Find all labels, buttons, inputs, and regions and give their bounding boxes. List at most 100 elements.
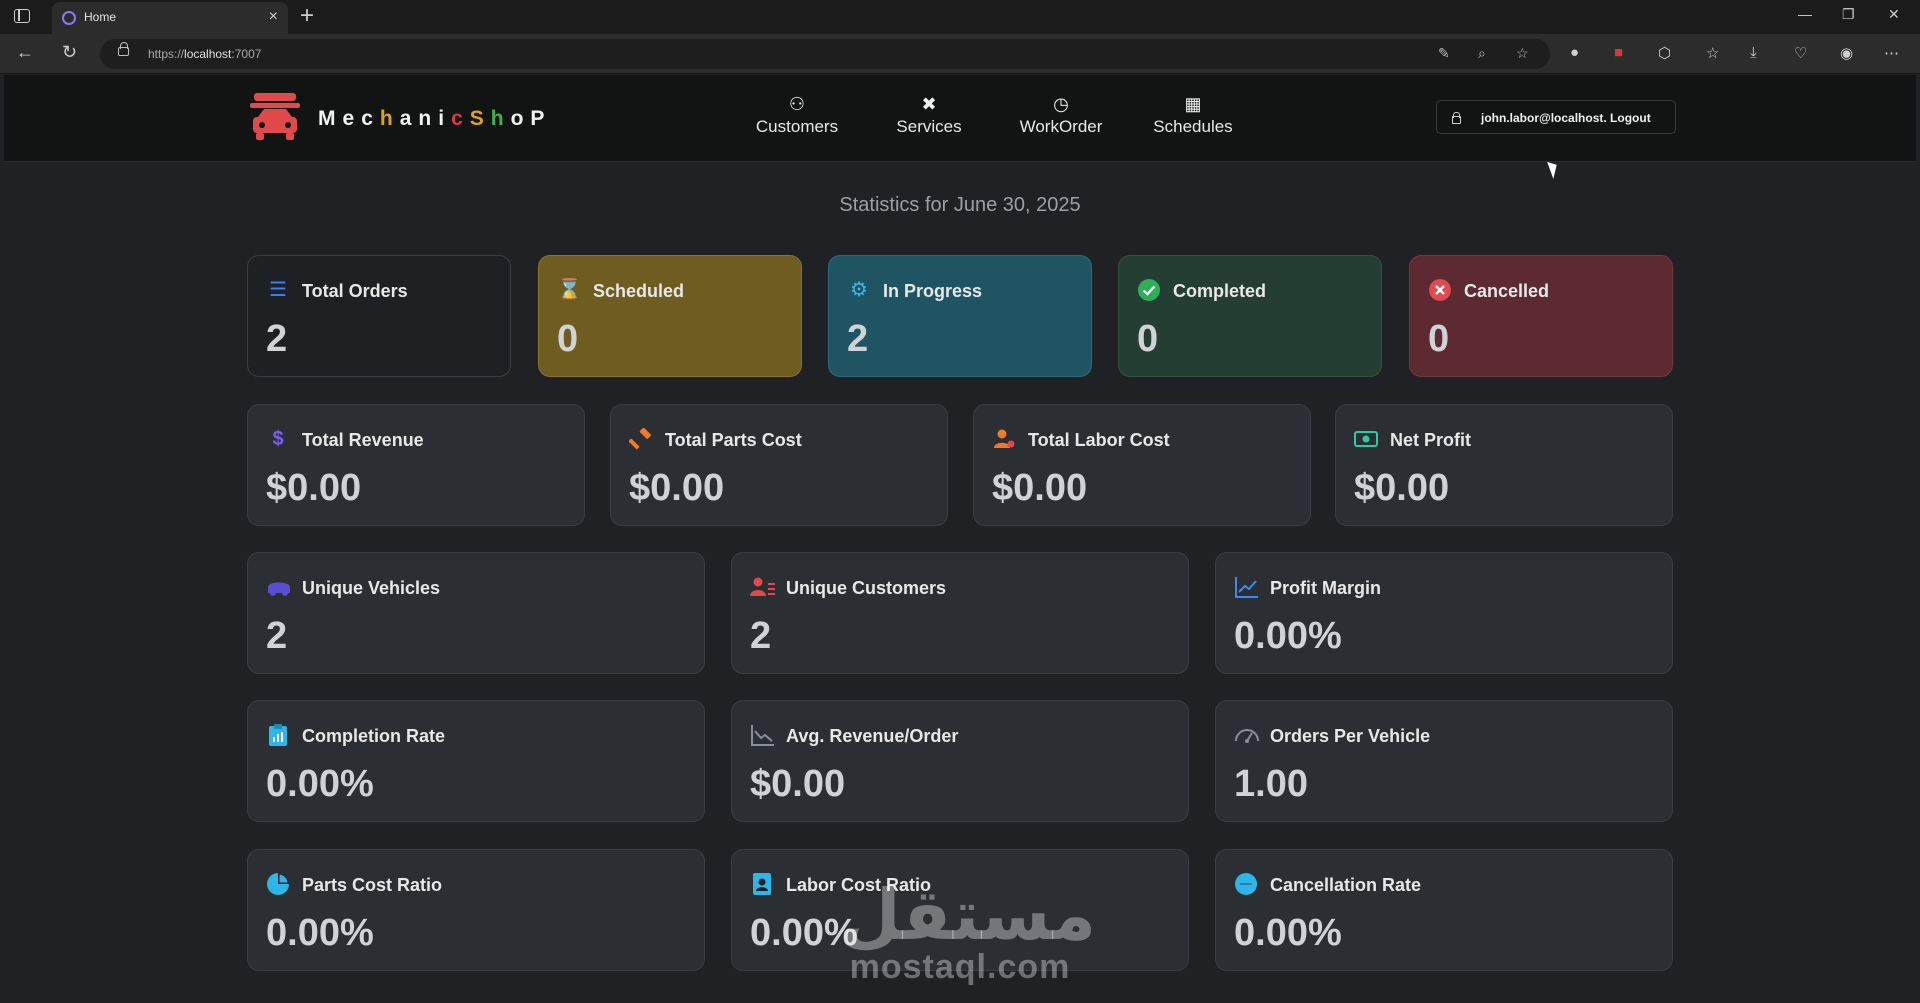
card-label: Profit Margin (1270, 578, 1381, 598)
minimize-icon[interactable]: — (1798, 6, 1812, 22)
watermark-arabic: مستقل (840, 874, 1097, 956)
dollar-icon: $ (272, 428, 284, 450)
nav-workorder-label: WorkOrder (1019, 117, 1103, 136)
card-parts-cost-ratio: Parts Cost Ratio 0.00% (247, 849, 705, 971)
brand-letter: M (318, 107, 343, 130)
profile-icon[interactable]: ◉ (1840, 44, 1853, 62)
card-net-profit: Net Profit $0.00 (1335, 404, 1673, 526)
tab-close-icon[interactable]: × (269, 8, 278, 26)
tab-actions-icon[interactable] (14, 9, 30, 23)
tab-title: Home (84, 10, 117, 24)
card-value: 0.00% (1234, 615, 1342, 657)
card-value: 2 (750, 615, 772, 657)
tools-icon: ✖ (921, 94, 937, 114)
card-label: Parts Cost Ratio (302, 875, 443, 895)
lock-icon (118, 42, 129, 56)
card-value: $0.00 (992, 467, 1088, 509)
nav-schedules[interactable]: ▦ Schedules (1138, 93, 1248, 137)
pen-icon[interactable]: ✎ (1438, 45, 1450, 62)
check-circle-icon (1137, 278, 1161, 302)
brand-letter: h (379, 107, 400, 130)
card-value: 0 (557, 318, 579, 360)
card-total-parts-cost: Total Parts Cost $0.00 (610, 404, 948, 526)
refresh-icon[interactable]: ↻ (62, 42, 77, 63)
nav-customers[interactable]: ⚇ Customers (742, 93, 852, 137)
mouse-cursor-icon (1547, 159, 1561, 179)
tab-favicon-icon (62, 11, 76, 25)
card-value: 0.00% (266, 763, 374, 805)
card-scheduled: ⌛ Scheduled 0 (538, 255, 802, 377)
app-navbar: MechanicShoP ⚇ Customers ✖ Services ◷ Wo… (4, 75, 1916, 162)
adblock-icon[interactable]: ■ (1614, 44, 1623, 61)
card-value: 1.00 (1234, 763, 1308, 805)
nav-workorder[interactable]: ◷ WorkOrder (1006, 93, 1116, 137)
url-text: https://localhost:7007 (148, 47, 262, 61)
brand-letter: P (530, 107, 552, 130)
car-icon (266, 575, 290, 599)
speedometer-icon (1234, 723, 1259, 747)
list-icon: ☰ (269, 279, 287, 301)
favorites-icon[interactable]: ☆ (1706, 44, 1719, 62)
card-cancellation-rate: Cancellation Rate 0.00% (1215, 849, 1673, 971)
pie-icon (266, 872, 290, 896)
cash-icon (1354, 427, 1378, 451)
user-logout-button[interactable]: john.labor@localhost. Logout (1436, 100, 1676, 134)
stats-heading: Statistics for June 30, 2025 (839, 194, 1081, 216)
heart-icon[interactable]: ♡ (1794, 44, 1807, 62)
badge-icon (750, 872, 774, 896)
card-completion-rate: Completion Rate 0.00% (247, 700, 705, 822)
card-avg-revenue-order: Avg. Revenue/Order $0.00 (731, 700, 1189, 822)
window-close-icon[interactable]: ✕ (1888, 6, 1900, 23)
watermark-latin: mostaql.com (849, 948, 1071, 986)
user-logout-label: john.labor@localhost. Logout (1481, 111, 1651, 125)
brand-name[interactable]: MechanicShoP (318, 107, 551, 131)
card-orders-per-vehicle: Orders Per Vehicle 1.00 (1215, 700, 1673, 822)
brand-letter: S (469, 107, 491, 130)
favorite-star-icon[interactable]: ☆ (1516, 45, 1529, 62)
puzzle-icon[interactable]: ⬡ (1658, 44, 1671, 62)
customers-icon (750, 575, 775, 599)
brand-letter: o (510, 107, 531, 130)
browser-address-bar: ← ↻ https://localhost:7007 ✎ ⌕ ☆ ● ■ ⬡ ☆… (0, 34, 1920, 74)
card-value: 2 (847, 318, 869, 360)
brand-letter: c (451, 107, 470, 130)
gear-icon: ⚙ (850, 279, 868, 301)
worker-icon (992, 427, 1016, 451)
nav-customers-label: Customers (755, 117, 839, 136)
hammer-icon (628, 427, 653, 451)
new-tab-icon[interactable]: + (300, 2, 314, 30)
downloads-icon[interactable]: ⤓ (1750, 44, 1757, 61)
browser-tab[interactable]: Home × (52, 2, 288, 34)
brand-letter: e (342, 107, 362, 130)
card-label: Unique Customers (786, 578, 947, 598)
nav-services[interactable]: ✖ Services (874, 93, 984, 137)
brand-letter: a (399, 107, 419, 130)
users-icon: ⚇ (788, 94, 806, 114)
card-label: Cancellation Rate (1270, 875, 1422, 895)
card-cancelled: Cancelled 0 (1409, 255, 1673, 377)
car-logo-icon[interactable] (250, 91, 300, 143)
trend-up-icon (1234, 575, 1258, 599)
card-in-progress: ⚙ In Progress 2 (828, 255, 1092, 377)
nav-services-label: Services (896, 117, 962, 136)
card-value: 2 (266, 318, 288, 360)
nav-schedules-label: Schedules (1153, 117, 1233, 136)
card-label: Scheduled (593, 281, 685, 301)
card-label: Cancelled (1464, 281, 1550, 301)
watermark: مستقل mostaql.com (840, 874, 1097, 986)
card-label: Completed (1173, 281, 1267, 301)
restore-icon[interactable]: ❐ (1842, 6, 1855, 23)
zoom-icon[interactable]: ⌕ (1478, 45, 1486, 62)
card-value: 0 (1137, 318, 1159, 360)
card-value: $0.00 (750, 763, 846, 805)
lock-icon (1452, 112, 1461, 124)
card-value: 2 (266, 615, 288, 657)
back-icon[interactable]: ← (16, 42, 34, 63)
x-circle-icon (1428, 278, 1452, 302)
extension-icon[interactable]: ● (1570, 44, 1579, 61)
url-field[interactable]: https://localhost:7007 ✎ ⌕ ☆ (100, 39, 1550, 69)
card-value: 0.00% (1234, 912, 1342, 954)
card-total-orders: ☰ Total Orders 2 (247, 255, 511, 377)
card-label: Completion Rate (302, 726, 446, 746)
more-icon[interactable]: ⋯ (1884, 44, 1899, 62)
